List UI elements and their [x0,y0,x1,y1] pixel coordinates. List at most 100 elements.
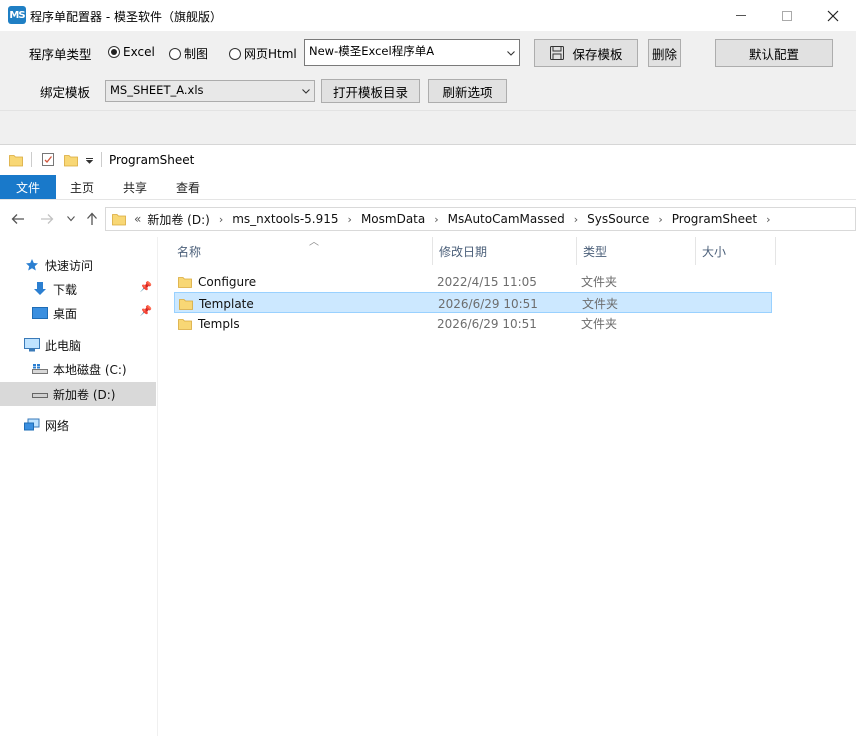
template-value: MS_SHEET_A.xls [110,83,204,97]
sidebar-item-desktop[interactable]: 桌面 📌 [0,301,156,325]
template-select[interactable]: MS_SHEET_A.xls [105,80,315,102]
delete-label: 删除 [651,46,677,62]
default-config-button[interactable]: 默认配置 [715,39,833,67]
folder-icon [178,318,192,330]
file-name-cell: Templs [178,313,240,334]
radio-dot-icon [229,47,241,60]
breadcrumb-separator-icon[interactable]: › [219,213,223,226]
divider [101,152,102,167]
navigation-pane: 快速访问 下载 📌 桌面 📌 此电脑 本地磁盘 (C:) 新加卷 (D:) 网络 [0,237,158,736]
sidebar-item-label: 快速访问 [45,258,94,273]
maximize-button[interactable] [764,0,810,31]
forward-arrow-icon[interactable] [40,213,54,225]
table-row[interactable]: Template 2026/6/29 10:51 文件夹 [174,292,772,313]
new-folder-icon[interactable] [64,153,78,167]
file-name-cell: Configure [178,271,256,292]
properties-icon[interactable] [41,152,55,167]
minimize-button[interactable] [718,0,764,31]
column-header-name[interactable]: ︿ 名称 [171,237,433,265]
sidebar-item-quick-access[interactable]: 快速访问 [0,253,156,277]
sidebar-item-label: 桌面 [53,306,78,321]
quick-access-toolbar: ProgramSheet [0,145,856,175]
radio-dot-icon [108,46,120,58]
desktop-icon [32,305,48,321]
breadcrumb-separator-icon[interactable]: › [348,213,352,226]
ribbon-tabs: 文件 主页 共享 查看 [0,175,856,200]
column-header-label: 大小 [702,244,727,259]
refresh-options-label: 刷新选项 [442,84,493,100]
up-arrow-icon[interactable] [86,212,98,226]
tab-file[interactable]: 文件 [0,175,56,199]
radio-excel-label: Excel [123,45,155,59]
window-title: 程序单配置器 - 模圣软件（旗舰版） [30,10,222,24]
tab-share[interactable]: 共享 [108,175,162,199]
save-template-button[interactable]: 保存模板 [534,39,638,67]
column-header-type[interactable]: 类型 [577,237,696,265]
column-header-label: 修改日期 [439,244,488,259]
sidebar-item-downloads[interactable]: 下载 📌 [0,277,156,301]
file-name-cell: Template [179,293,254,314]
program-sheet-select[interactable]: New-模圣Excel程序单A [304,39,520,66]
file-date: 2022/4/15 11:05 [437,274,537,289]
pin-icon[interactable]: 📌 [140,306,152,317]
breadcrumb-item[interactable]: SysSource [587,212,649,226]
column-header-size[interactable]: 大小 [696,237,776,265]
refresh-options-button[interactable]: 刷新选项 [428,79,507,103]
maximize-icon [782,10,792,21]
chevron-down-icon [507,50,515,56]
program-sheet-value: New-模圣Excel程序单A [309,44,435,58]
breadcrumb-separator-icon[interactable]: › [766,213,770,226]
table-row[interactable]: Templs 2026/6/29 10:51 文件夹 [174,313,772,334]
file-name: Templs [198,316,240,331]
save-template-label: 保存模板 [572,46,623,62]
radio-excel[interactable]: Excel [108,45,155,59]
sidebar-item-drive-c[interactable]: 本地磁盘 (C:) [0,357,156,381]
sidebar-item-drive-d[interactable]: 新加卷 (D:) [0,382,156,406]
close-button[interactable] [810,0,856,31]
breadcrumb-item[interactable]: MsAutoCamMassed [448,212,565,226]
explorer-window-title: ProgramSheet [109,153,195,167]
sidebar-item-this-pc[interactable]: 此电脑 [0,333,156,357]
radio-html-label: 网页Html [244,47,297,61]
program-type-label: 程序单类型 [29,47,92,62]
minimize-icon [736,15,746,16]
back-arrow-icon[interactable] [11,213,25,225]
divider [0,110,856,111]
breadcrumb-separator-icon[interactable]: › [434,213,438,226]
file-date: 2026/6/29 10:51 [438,296,538,311]
divider [31,152,32,167]
sidebar-item-label: 下载 [53,282,78,297]
address-bar[interactable]: « 新加卷 (D:) › ms_nxtools-5.915 › MosmData… [105,207,856,231]
sidebar-item-label: 本地磁盘 (C:) [53,362,127,377]
column-header-label: 名称 [177,244,202,259]
tab-home[interactable]: 主页 [56,175,108,199]
sidebar-item-label: 网络 [45,418,70,433]
drive-c-icon [32,361,48,377]
tab-view[interactable]: 查看 [162,175,214,199]
breadcrumb-overflow[interactable]: « [134,212,141,226]
table-row[interactable]: Configure 2022/4/15 11:05 文件夹 [174,271,772,292]
customize-toolbar-icon[interactable] [86,158,94,164]
breadcrumb-item[interactable]: 新加卷 (D:) [147,211,209,228]
breadcrumb-separator-icon[interactable]: › [574,213,578,226]
column-header-label: 类型 [583,244,608,259]
breadcrumb-item[interactable]: MosmData [361,212,425,226]
folder-icon [178,276,192,288]
folder-icon[interactable] [9,153,23,167]
file-name: Template [199,296,254,311]
radio-drawing[interactable]: 制图 [169,45,208,62]
sidebar-item-network[interactable]: 网络 [0,413,156,437]
breadcrumb-item[interactable]: ms_nxtools-5.915 [232,212,338,226]
recent-locations-chevron-icon[interactable] [67,216,75,222]
open-template-dir-button[interactable]: 打开模板目录 [321,79,420,103]
breadcrumb-item[interactable]: ProgramSheet [672,212,757,226]
breadcrumb-separator-icon[interactable]: › [658,213,662,226]
folder-icon [112,214,126,226]
computer-icon [24,337,40,353]
pin-icon[interactable]: 📌 [140,282,152,293]
radio-drawing-label: 制图 [184,47,209,61]
column-header-date[interactable]: 修改日期 [433,237,577,265]
delete-button[interactable]: 删除 [648,39,681,67]
sort-arrow-icon: ︿ [309,237,319,248]
radio-html[interactable]: 网页Html [229,45,297,62]
